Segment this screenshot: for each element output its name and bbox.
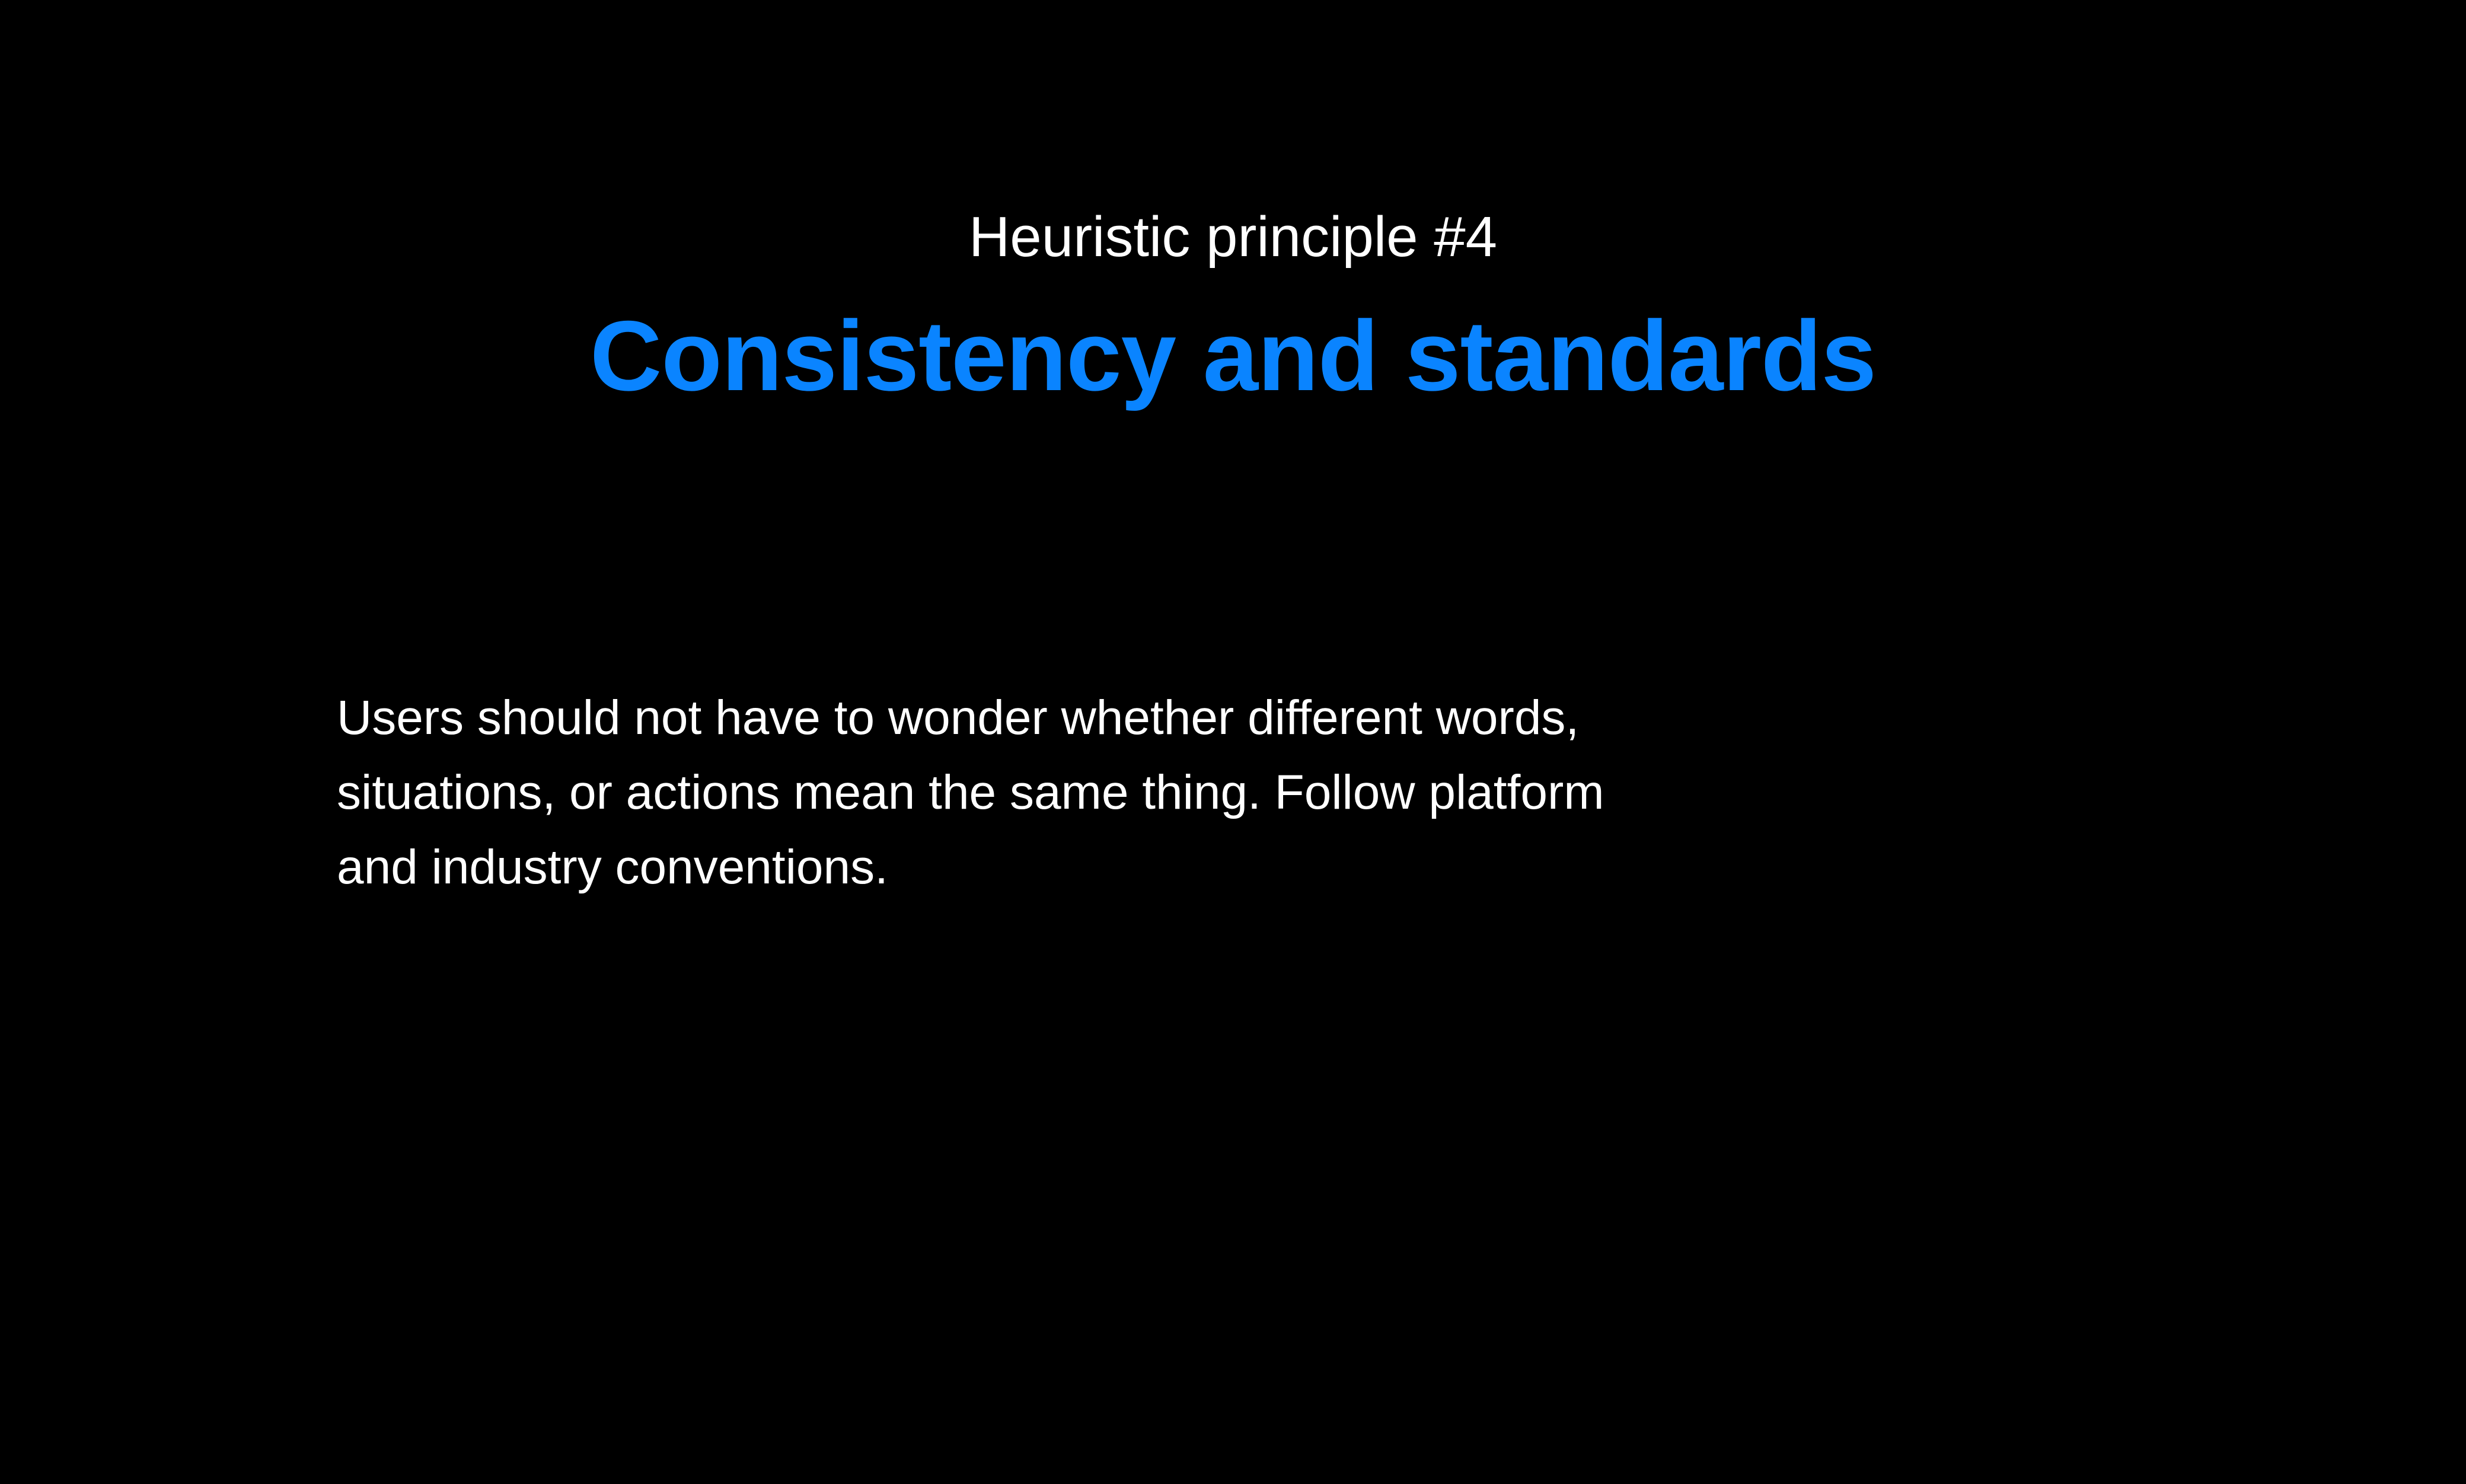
principle-title: Consistency and standards	[590, 300, 1877, 411]
slide: Heuristic principle #4 Consistency and s…	[0, 0, 2466, 1484]
description-line: Users should not have to wonder whether …	[337, 691, 1580, 745]
principle-description: Users should not have to wonder whether …	[337, 681, 1653, 905]
description-line: situations, or actions mean the same thi…	[337, 765, 1604, 819]
description-line: and industry conventions.	[337, 840, 888, 894]
principle-number-label: Heuristic principle #4	[968, 205, 1498, 269]
